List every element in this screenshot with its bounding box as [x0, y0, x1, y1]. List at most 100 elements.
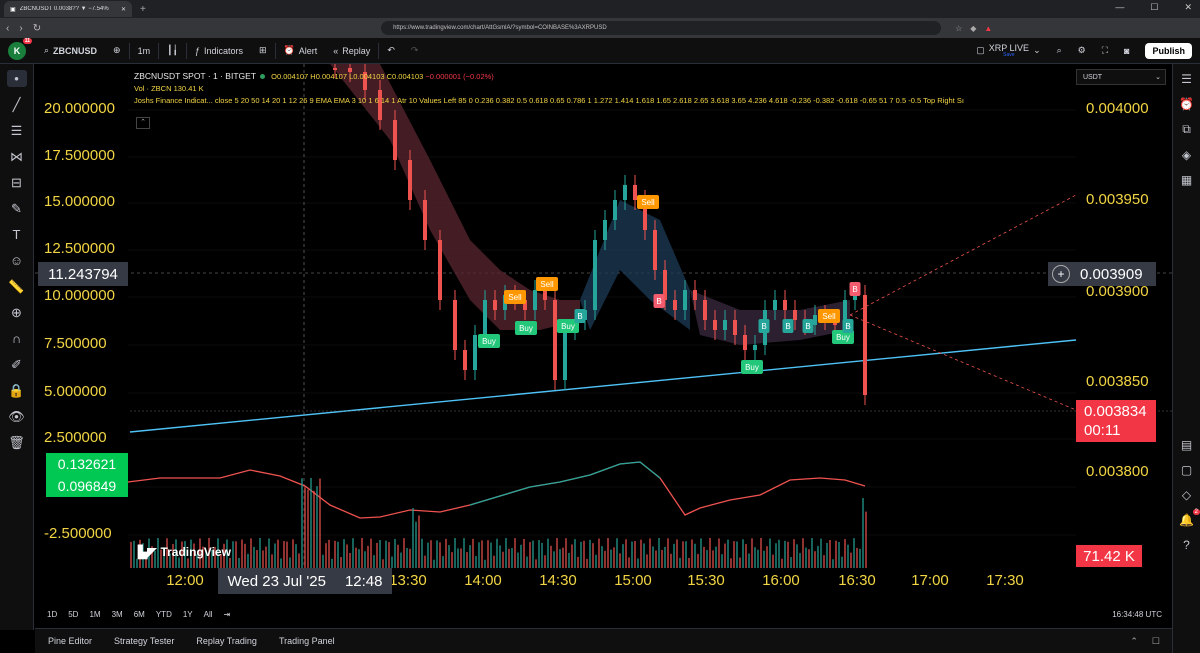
close-icon[interactable]: ✕ — [121, 6, 126, 13]
date-range-icon[interactable]: ⇥ — [224, 610, 231, 619]
extension-icon[interactable]: ◆ — [970, 24, 976, 33]
lock-drawing-icon[interactable]: ✐ — [7, 356, 27, 373]
new-tab-icon[interactable]: + — [140, 4, 146, 15]
alert-button[interactable]: ⏰ Alert — [276, 38, 326, 64]
alert-extension-icon[interactable]: ▲ — [984, 24, 992, 33]
avatar[interactable]: K 11 — [8, 37, 32, 60]
volume-bar — [502, 551, 504, 568]
tab-trading-panel[interactable]: Trading Panel — [279, 636, 335, 646]
templates-button[interactable]: ⊞ — [251, 38, 275, 64]
signal-label: B — [761, 322, 766, 331]
range-button[interactable]: 1Y — [183, 610, 193, 619]
signal-label: Buy — [745, 363, 759, 372]
range-button[interactable]: 1D — [47, 610, 57, 619]
snapshot-button[interactable]: ◙ — [1116, 38, 1137, 64]
bookmark-icon[interactable]: ☆ — [955, 24, 962, 33]
legend-collapse-button[interactable]: ⌃ — [136, 117, 150, 129]
symbol-legend-row[interactable]: ZBCNUSDT SPOT · 1 · BITGET O0.004107 H0.… — [134, 70, 1070, 83]
indicators-button[interactable]: ƒ Indicators — [187, 38, 251, 64]
compare-button[interactable]: ⊕ — [105, 38, 129, 64]
volume-bar — [706, 550, 708, 568]
range-button[interactable]: 5D — [68, 610, 78, 619]
candle-body — [693, 290, 697, 300]
symbol-search-button[interactable]: ⌕ ZBCNUSD — [36, 38, 105, 64]
volume-legend-row[interactable]: Vol · ZBCN 130.41 K — [134, 83, 1070, 95]
trendline-icon[interactable]: ╱ — [7, 96, 27, 113]
emoji-icon[interactable]: ☺ — [7, 252, 27, 269]
volume-bar — [568, 552, 570, 568]
url-field[interactable]: https://www.tradingview.com/chart/AttGsm… — [381, 21, 942, 35]
range-button[interactable]: All — [204, 610, 213, 619]
volume-bar — [862, 498, 864, 568]
tab-pine-editor[interactable]: Pine Editor — [48, 636, 92, 646]
layout-button[interactable]: ▢ XRP LIVE Save ⌄ — [968, 38, 1048, 64]
volume-bar — [325, 543, 327, 568]
tab-strategy-tester[interactable]: Strategy Tester — [114, 636, 174, 646]
object-tree-icon[interactable]: ⧉ — [1182, 122, 1191, 137]
range-button[interactable]: 1M — [89, 610, 100, 619]
volume-bar — [727, 539, 729, 568]
volume-bar — [493, 555, 495, 568]
fib-icon[interactable]: ☰ — [7, 122, 27, 139]
layers-icon[interactable]: ◈ — [1182, 148, 1191, 162]
volume-bar — [541, 542, 543, 568]
forecast-icon[interactable]: ⊟ — [7, 174, 27, 191]
settings-button[interactable]: ⚙ — [1070, 38, 1094, 64]
notifications-icon[interactable]: 🔔 2 — [1179, 509, 1200, 527]
range-button[interactable]: YTD — [156, 610, 172, 619]
browser-tab[interactable]: ▣ ZBCNUSDT 0.0038?? ▼ −7.54% ✕ — [4, 1, 132, 17]
chart-type-button[interactable]: ┃╽ — [159, 38, 186, 64]
utc-clock[interactable]: 16:34:48 UTC — [1112, 610, 1162, 619]
indicator-legend-row[interactable]: Joshs Finance Indicat... close 5 20 50 1… — [134, 95, 1070, 107]
signal-label: B — [805, 322, 810, 331]
text-icon[interactable]: T — [7, 226, 27, 243]
volume-bar — [346, 544, 348, 568]
volume-bar — [361, 538, 363, 568]
minimize-icon[interactable]: — — [1115, 2, 1124, 13]
redo-button[interactable]: ↷ — [403, 38, 427, 64]
calendar-icon[interactable]: ▤ — [1181, 438, 1192, 452]
range-button[interactable]: 6M — [134, 610, 145, 619]
volume-bar — [562, 547, 564, 568]
volume-bar — [256, 549, 258, 568]
quick-search-button[interactable]: ⌕ — [1049, 38, 1070, 64]
magnet-icon[interactable]: ∩ — [7, 330, 27, 347]
trash-icon[interactable]: 🗑 — [7, 434, 27, 451]
ideas-icon[interactable]: ◇ — [1182, 488, 1191, 502]
currency-select[interactable]: USDT ⌄ — [1076, 69, 1166, 85]
interval-button[interactable]: 1m — [130, 38, 159, 64]
volume-bar — [520, 544, 522, 568]
chat-icon[interactable]: ▢ — [1181, 463, 1192, 477]
volume-bar — [130, 541, 132, 568]
zoom-in-icon[interactable]: ⊕ — [7, 304, 27, 321]
range-button[interactable]: 3M — [112, 610, 123, 619]
maximize-icon[interactable]: ☐ — [1150, 2, 1158, 13]
price-chart[interactable]: SellSellSellSellBuyBuy BuyBuyBuyBB B B BBB — [35, 64, 1172, 600]
collapse-panel-icon[interactable]: ⌃ — [1130, 636, 1138, 647]
lock-icon[interactable]: 🔒 — [7, 382, 27, 399]
back-icon[interactable]: ‹ — [6, 23, 9, 34]
tab-replay-trading[interactable]: Replay Trading — [196, 636, 257, 646]
add-alert-icon[interactable]: + — [1052, 265, 1070, 283]
maximize-panel-icon[interactable]: ☐ — [1152, 636, 1160, 647]
pattern-icon[interactable]: ⋈ — [7, 148, 27, 165]
eye-icon[interactable]: 👁 — [7, 408, 27, 425]
undo-button[interactable]: ↶ — [379, 38, 403, 64]
help-icon[interactable]: ? — [1183, 538, 1190, 552]
reload-icon[interactable]: ↻ — [33, 23, 41, 34]
volume-bar — [340, 557, 342, 568]
ruler-icon[interactable]: 📏 — [7, 278, 27, 295]
cursor-icon[interactable]: • — [6, 70, 27, 87]
watchlist-icon[interactable]: ☰ — [1181, 72, 1192, 86]
fullscreen-button[interactable]: ⛶ — [1094, 38, 1116, 64]
replay-button[interactable]: « Replay — [325, 38, 378, 64]
alerts-icon[interactable]: ⏰ — [1179, 97, 1194, 111]
screener-icon[interactable]: ▦ — [1181, 173, 1192, 187]
close-window-icon[interactable]: ✕ — [1184, 2, 1192, 13]
volume-bar — [550, 545, 552, 568]
volume-bar — [499, 545, 501, 568]
forward-icon[interactable]: › — [19, 23, 22, 34]
candle-body — [683, 290, 687, 310]
brush-icon[interactable]: ✎ — [7, 200, 27, 217]
publish-button[interactable]: Publish — [1137, 38, 1200, 64]
